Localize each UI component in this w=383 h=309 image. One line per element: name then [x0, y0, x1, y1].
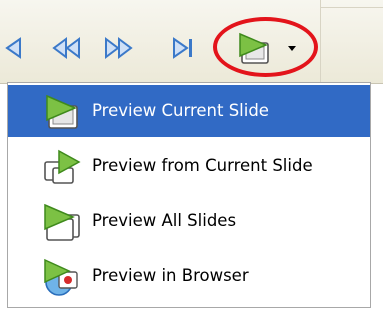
slide-play-icon: [41, 93, 81, 131]
menu-item-preview-from-current-slide[interactable]: Preview from Current Slide: [8, 140, 370, 192]
toolbar-divider: [320, 7, 383, 8]
menu-item-label: Preview Current Slide: [92, 101, 269, 120]
menu-item-preview-in-browser[interactable]: Preview in Browser: [8, 250, 370, 302]
slide-play-icon: [239, 32, 296, 64]
menu-item-preview-current-slide[interactable]: Preview Current Slide: [8, 85, 370, 137]
toolbar-divider: [320, 0, 321, 83]
last-slide-button[interactable]: [100, 30, 140, 66]
triangle-bar-right-icon: [173, 37, 192, 59]
menu-item-preview-all-slides[interactable]: Preview All Slides: [8, 195, 370, 247]
menu-item-label: Preview from Current Slide: [92, 156, 313, 175]
triangle-left-icon: [5, 37, 21, 59]
browser-globe-play-icon: [41, 258, 81, 296]
stacked-slides-play-icon: [41, 203, 81, 241]
menu-item-label: Preview in Browser: [92, 266, 249, 285]
first-slide-button[interactable]: [46, 30, 86, 66]
previous-slide-button[interactable]: [0, 30, 40, 66]
preview-dropdown-button[interactable]: [232, 30, 312, 66]
preview-dropdown-menu: Preview Current Slide Preview from Curre…: [7, 82, 371, 308]
double-triangle-left-icon: [52, 37, 80, 59]
next-slide-button[interactable]: [166, 30, 206, 66]
preview-toolbar: [0, 0, 383, 84]
slides-play-forward-icon: [41, 148, 81, 186]
double-triangle-right-icon: [105, 37, 133, 59]
menu-item-label: Preview All Slides: [92, 211, 237, 230]
